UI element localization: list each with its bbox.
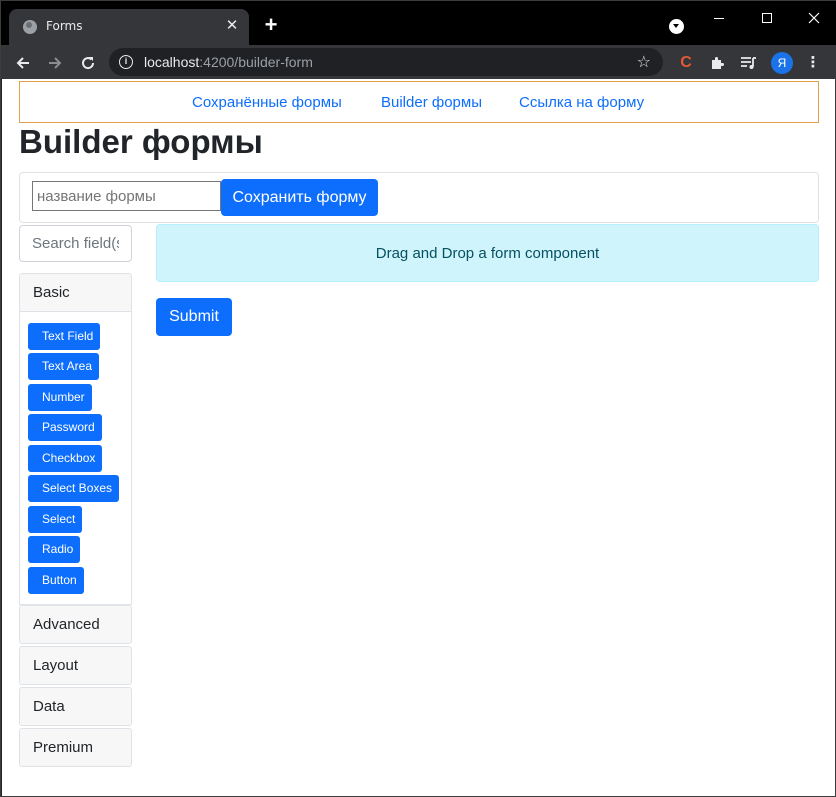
drop-zone[interactable]: Drag and Drop a form component [156,224,819,282]
queue-music-shape [741,57,756,70]
top-navigation: Сохранённые формы Builder формы Ссылка н… [19,81,819,123]
forward-button[interactable] [43,50,67,74]
address-bar[interactable]: i localhost:4200/builder-form ☆ [109,48,663,76]
browser-window: Forms ✕ + i localhost:4200/builder-form … [0,0,836,797]
media-control-icon[interactable] [738,53,760,73]
group-basic[interactable]: Basic [19,273,132,312]
minimize-button[interactable] [696,5,742,29]
component-radio[interactable]: Radio [28,536,81,563]
extension-c-icon[interactable]: C [677,53,695,73]
globe-icon [23,20,37,34]
save-form-bar: Сохранить форму [19,172,819,223]
maximize-icon [762,13,772,24]
group-data[interactable]: Data [19,687,132,726]
kebab-menu-icon[interactable]: ⋮ [805,53,821,73]
page-title: Builder формы [19,123,263,160]
component-checkbox[interactable]: Checkbox [28,445,103,472]
component-select[interactable]: Select [28,506,83,533]
close-icon [808,12,820,24]
arrow-right-icon [49,57,62,69]
profile-avatar[interactable]: Я [771,52,793,74]
minimize-icon [714,17,724,19]
reload-button[interactable] [76,50,100,74]
browser-toolbar: i localhost:4200/builder-form ☆ C Я ⋮ [1,45,836,79]
close-tab-icon[interactable]: ✕ [223,17,241,35]
component-button[interactable]: Button [28,567,84,594]
info-icon[interactable]: i [119,55,133,69]
url-host: localhost [144,54,200,70]
component-number[interactable]: Number [28,384,92,411]
tab-title: Forms [46,19,83,33]
browser-tab[interactable]: Forms ✕ [9,9,249,45]
close-window-button[interactable] [791,5,836,29]
url-text[interactable]: localhost:4200/builder-form [144,54,313,70]
group-basic-body: Text Field Text Area Number Password Che… [19,312,132,605]
save-form-button[interactable]: Сохранить форму [221,179,378,216]
group-layout[interactable]: Layout [19,646,132,685]
nav-link-builder-form[interactable]: Builder формы [381,94,482,111]
extensions-puzzle-icon[interactable] [707,53,727,73]
form-name-input[interactable] [32,181,221,211]
group-advanced[interactable]: Advanced [19,605,132,644]
new-tab-button[interactable]: + [261,14,281,36]
group-premium[interactable]: Premium [19,728,132,767]
page-content: Сохранённые формы Builder формы Ссылка н… [2,79,835,796]
puzzle-shape [712,57,724,70]
nav-link-form-link[interactable]: Ссылка на форму [519,94,644,111]
component-text-field[interactable]: Text Field [28,323,101,350]
bookmark-star-icon[interactable]: ☆ [637,52,651,72]
url-path: :4200/builder-form [199,54,313,70]
component-select-boxes[interactable]: Select Boxes [28,475,120,502]
submit-button[interactable]: Submit [156,298,232,336]
back-button[interactable] [11,50,35,74]
nav-link-saved-forms[interactable]: Сохранённые формы [192,94,342,111]
tab-strip: Forms ✕ + [1,1,836,45]
tab-search-icon[interactable] [669,19,684,34]
reload-icon [82,57,95,70]
arrow-left-icon [16,57,29,69]
component-password[interactable]: Password [28,414,102,441]
maximize-button[interactable] [744,5,790,29]
component-text-area[interactable]: Text Area [28,353,100,380]
search-components-input[interactable] [19,225,132,262]
